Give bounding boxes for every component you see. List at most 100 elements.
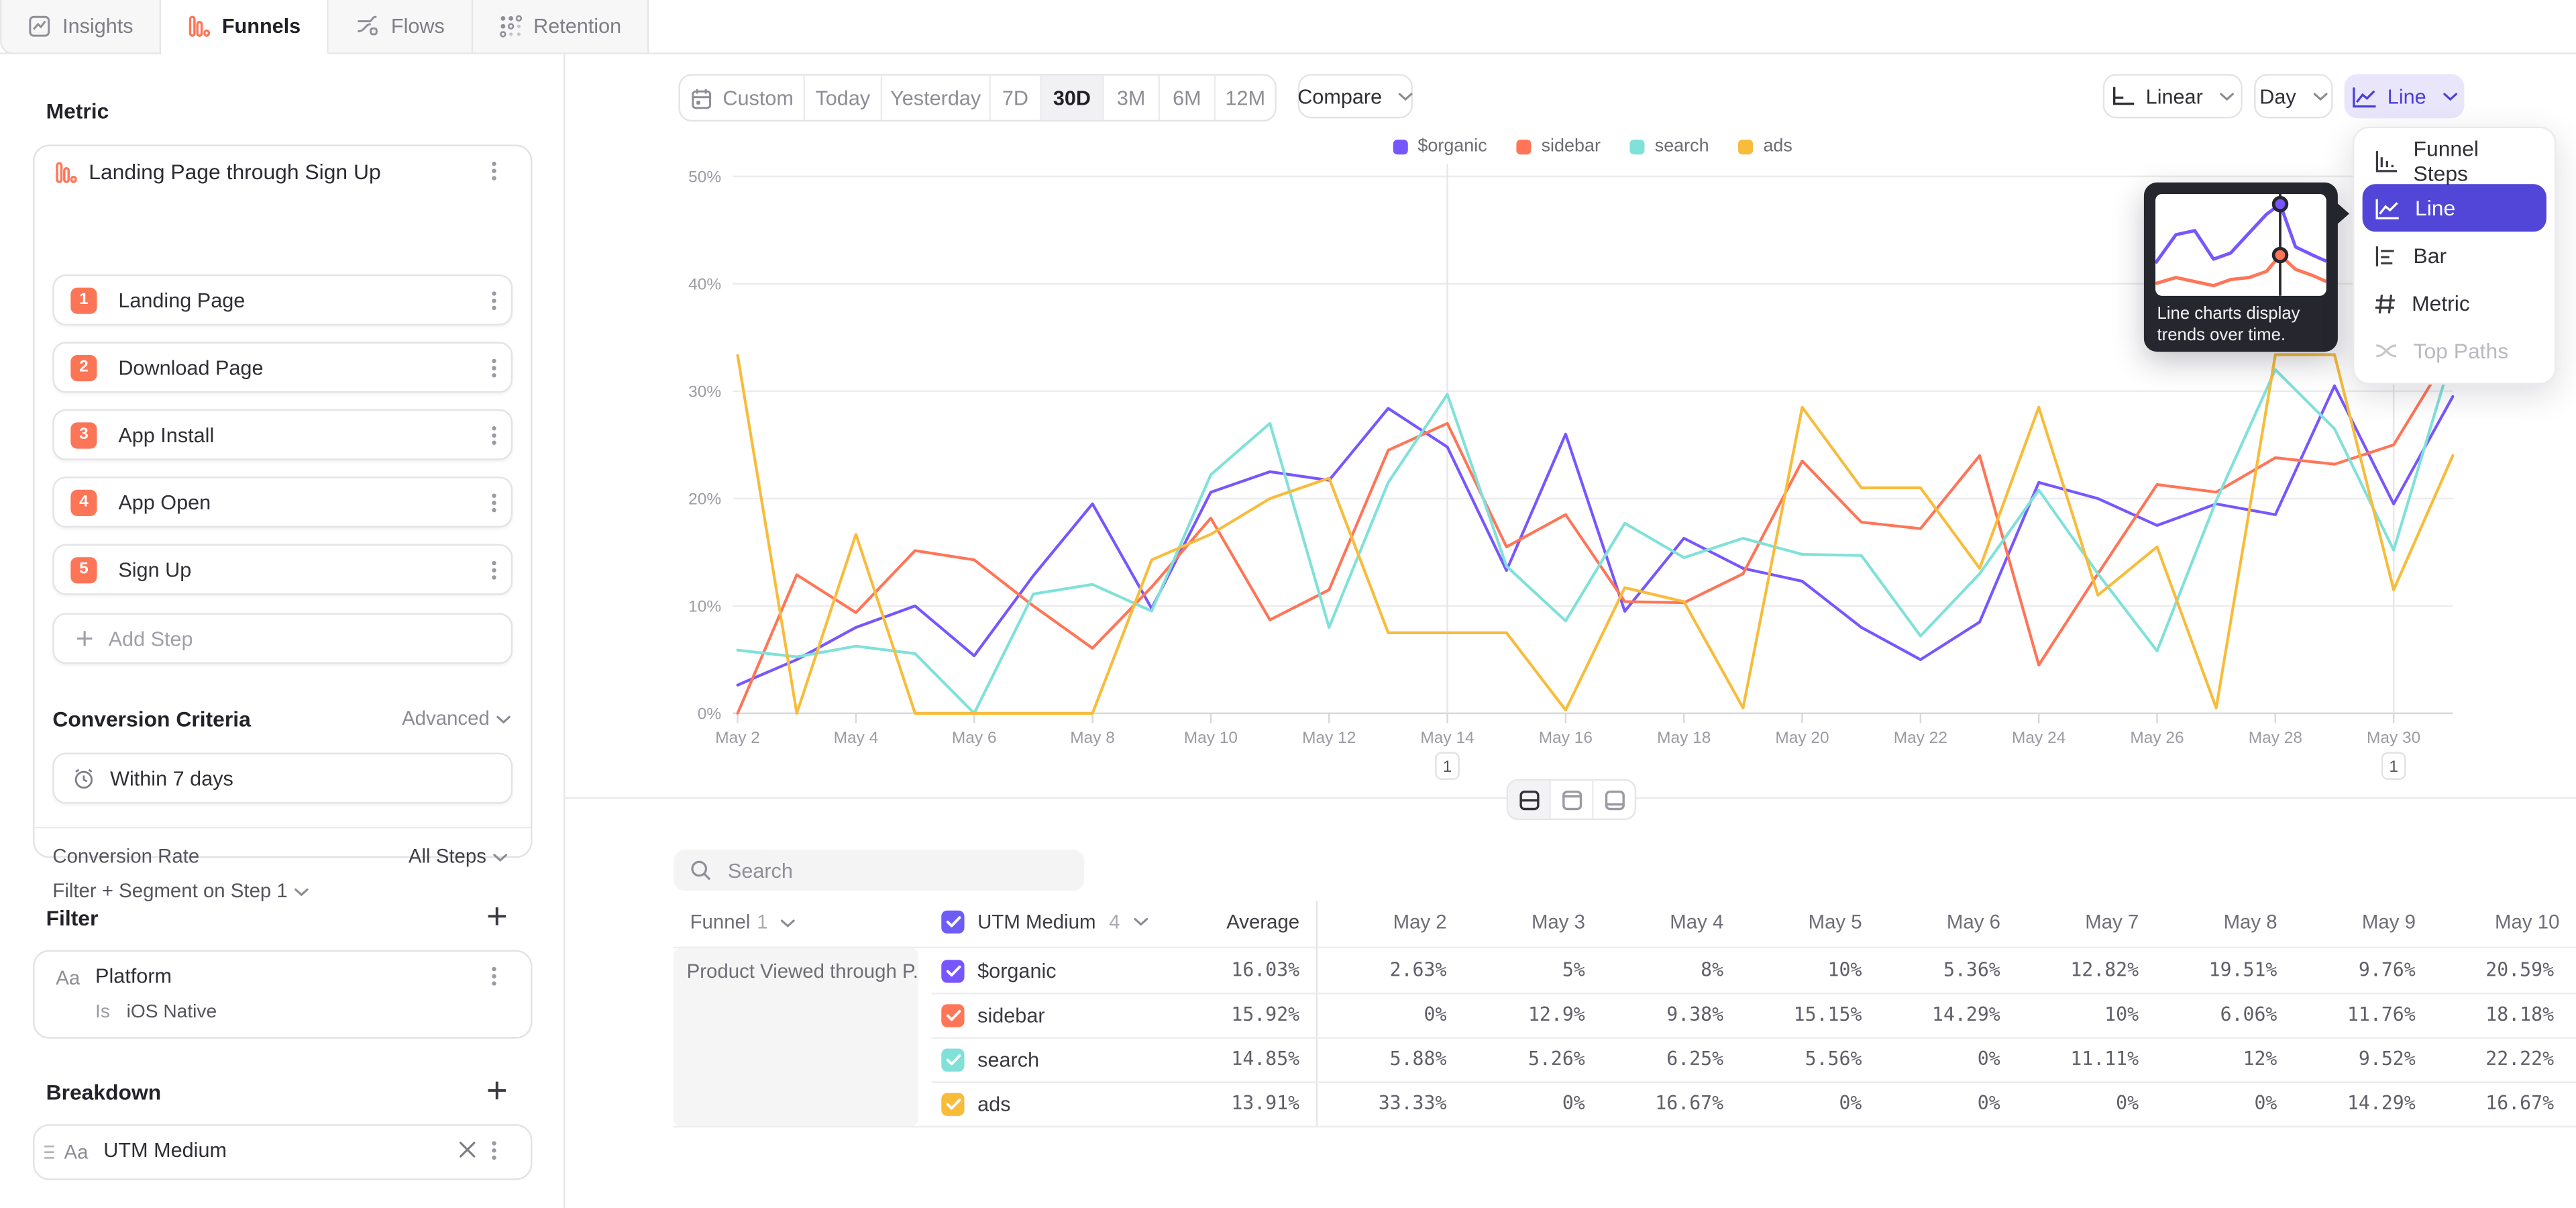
annotation-badge[interactable]: 1	[2382, 753, 2405, 779]
funnel-column-header[interactable]: Funnel1	[690, 901, 795, 944]
row-series-cell[interactable]: sidebar	[941, 993, 1044, 1037]
tab-funnels[interactable]: Funnels	[161, 0, 329, 54]
value-cell: 9.76%	[2320, 948, 2416, 993]
step-number-badge: 2	[70, 354, 97, 381]
breakdown-heading: Breakdown	[46, 1080, 162, 1105]
breakdown-kebab-icon[interactable]	[491, 1139, 497, 1162]
chevron-down-icon	[493, 853, 508, 863]
legend-item[interactable]: search	[1630, 136, 1709, 156]
value-cell: 0%	[1766, 1082, 1862, 1126]
value-cell: 0%	[1489, 1082, 1585, 1126]
search-input[interactable]	[724, 857, 1060, 883]
series-name: $organic	[977, 959, 1056, 982]
step-kebab-icon[interactable]	[490, 289, 496, 311]
funnel-step-row[interactable]: 1Landing Page	[52, 274, 513, 325]
chart-type-menu: Funnel StepsLineBarMetricTop Paths	[2353, 127, 2557, 385]
funnel-step-row[interactable]: 4App Open	[52, 476, 513, 527]
svg-text:May 16: May 16	[1539, 729, 1593, 747]
filter-segment-dropdown[interactable]: Filter + Segment on Step 1	[52, 879, 309, 902]
date-column-header: May 10	[2458, 901, 2576, 944]
chevron-down-icon	[496, 715, 511, 725]
step-kebab-icon[interactable]	[490, 356, 496, 379]
retention-icon	[499, 15, 522, 38]
funnel-cell[interactable]: Product Viewed through P...	[674, 948, 918, 1125]
step-kebab-icon[interactable]	[490, 491, 496, 513]
add-step-label: Add Step	[109, 627, 193, 650]
svg-text:May 2: May 2	[715, 729, 760, 747]
table-separator	[674, 1127, 2576, 1128]
funnel-chart-icon	[54, 161, 77, 184]
svg-text:10%: 10%	[688, 597, 721, 615]
date-column-header: May 2	[1351, 901, 1489, 944]
value-cell: 33.33%	[1351, 1082, 1447, 1126]
filter-property-label: Platform	[95, 965, 172, 988]
row-series-cell[interactable]: $organic	[941, 948, 1056, 993]
conversion-rate-steps-dropdown[interactable]: All Steps	[409, 845, 508, 868]
series-checkbox[interactable]	[941, 1003, 964, 1026]
annotation-badge[interactable]: 1	[1436, 753, 1458, 779]
sidebar: Metric Landing Page through Sign Up 1Lan…	[0, 54, 565, 1208]
funnel-step-row[interactable]: 2Download Page	[52, 342, 513, 393]
breakdown-property-label: UTM Medium	[103, 1139, 227, 1162]
menu-item-metric[interactable]: Metric	[2363, 279, 2546, 327]
menu-item-bar[interactable]: Bar	[2363, 232, 2546, 279]
step-kebab-icon[interactable]	[490, 423, 496, 446]
average-column-header: Average	[1117, 901, 1299, 944]
property-type-badge: Aa	[64, 1141, 89, 1164]
table-only-view-button[interactable]	[1594, 781, 1635, 818]
series-$organic	[738, 386, 2453, 685]
split-view-button[interactable]	[1508, 781, 1551, 818]
value-cell: 0%	[1904, 1038, 2000, 1082]
filter-kebab-icon[interactable]	[491, 965, 497, 988]
drag-handle-icon[interactable]	[43, 1144, 56, 1160]
series-checkbox[interactable]	[941, 1048, 964, 1071]
tab-flows[interactable]: Flows	[329, 0, 473, 54]
menu-item-funnel-steps[interactable]: Funnel Steps	[2363, 136, 2546, 184]
row-separator	[932, 1082, 2576, 1083]
chart-legend: $organic sidebar search ads	[733, 136, 2453, 156]
conversion-window-row[interactable]: Within 7 days	[52, 753, 513, 804]
close-icon[interactable]	[458, 1141, 476, 1159]
value-cell: 10%	[1766, 948, 1862, 993]
view-split-icon	[1517, 788, 1540, 811]
table-row: ads13.91%33.33%0%16.67%0%0%0%0%14.29%16.…	[932, 1082, 2576, 1126]
series-checkbox[interactable]	[941, 1093, 964, 1115]
value-cell: 5%	[1489, 948, 1585, 993]
add-breakdown-button[interactable]	[486, 1080, 508, 1101]
row-series-cell[interactable]: ads	[941, 1082, 1010, 1126]
funnel-kebab-icon[interactable]	[491, 160, 497, 183]
select-all-checkbox[interactable]	[941, 911, 964, 934]
filter-card[interactable]: Aa Platform Is iOS Native	[33, 950, 532, 1039]
menu-item-line[interactable]: Line	[2363, 184, 2546, 232]
average-value: 14.85%	[1117, 1038, 1299, 1082]
breakdown-card[interactable]: Aa UTM Medium	[33, 1124, 532, 1180]
row-series-cell[interactable]: search	[941, 1038, 1039, 1082]
value-cell: 14.29%	[2320, 1082, 2416, 1126]
search-box[interactable]	[674, 850, 1084, 891]
series-checkbox[interactable]	[941, 959, 964, 982]
series-ads	[738, 354, 2453, 713]
value-cell: 6.25%	[1627, 1038, 1723, 1082]
line-chart[interactable]: 0%10%20%30%40%50%May 2May 4May 6May 8May…	[564, 0, 2576, 821]
legend-item[interactable]: ads	[1739, 136, 1792, 156]
legend-item[interactable]: $organic	[1393, 136, 1487, 156]
chart-only-view-button[interactable]	[1551, 781, 1594, 818]
funnels-icon	[187, 15, 210, 38]
legend-item[interactable]: sidebar	[1517, 136, 1601, 156]
svg-text:May 24: May 24	[2012, 729, 2065, 747]
add-filter-button[interactable]	[486, 905, 508, 927]
date-column-header: May 8	[2182, 901, 2320, 944]
add-step-button[interactable]: Add Step	[52, 613, 513, 664]
tab-retention[interactable]: Retention	[473, 0, 649, 54]
bar-icon	[2374, 244, 2399, 267]
conversion-window-label: Within 7 days	[110, 766, 233, 789]
funnel-step-row[interactable]: 5Sign Up	[52, 544, 513, 595]
funnel-step-row[interactable]: 3App Install	[52, 409, 513, 460]
tab-insights[interactable]: Insights	[0, 0, 161, 54]
series-name: search	[977, 1048, 1039, 1071]
advanced-dropdown[interactable]: Advanced	[402, 707, 511, 729]
value-cell: 9.52%	[2320, 1038, 2416, 1082]
step-kebab-icon[interactable]	[490, 558, 496, 581]
series-search	[738, 354, 2453, 713]
svg-text:20%: 20%	[688, 490, 721, 508]
